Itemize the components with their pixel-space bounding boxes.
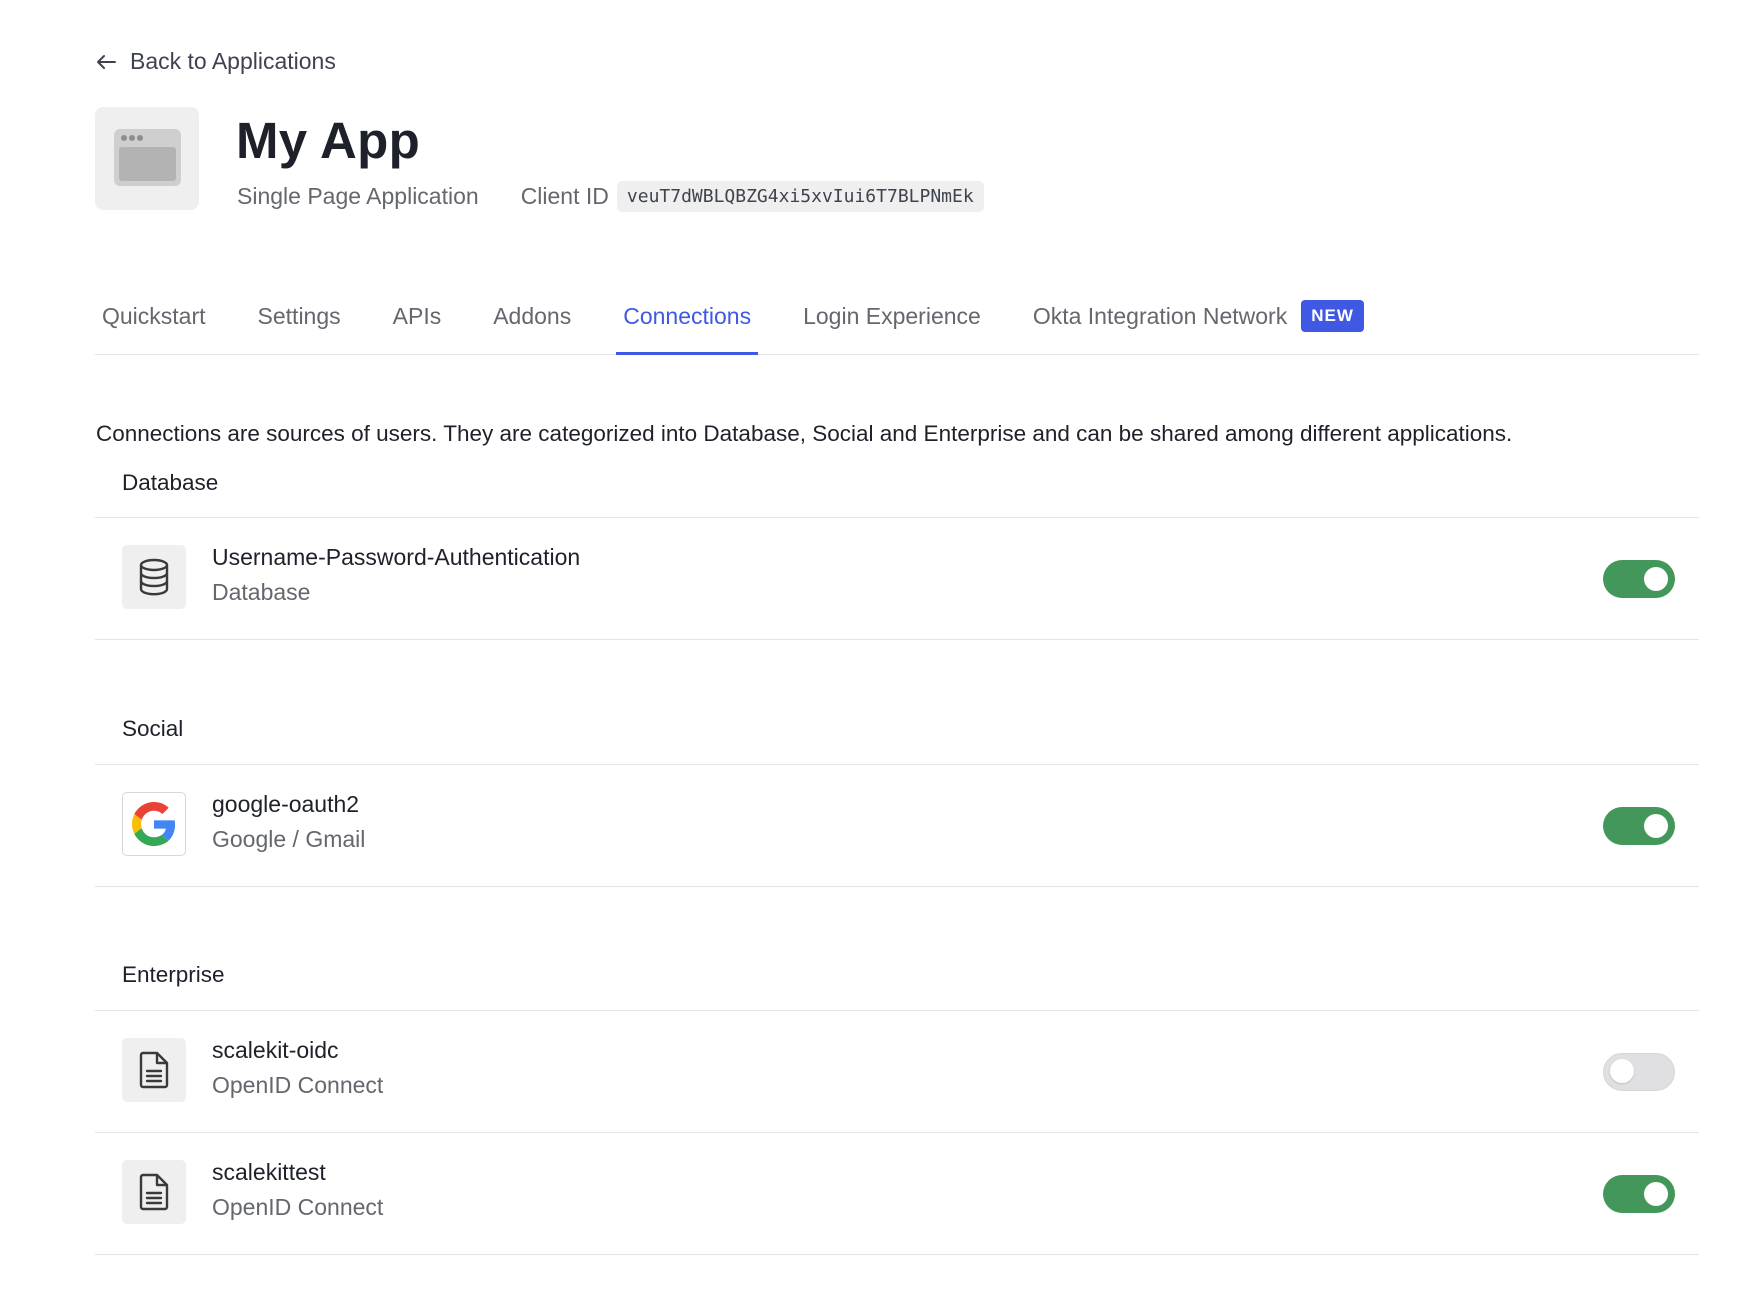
tab-label: APIs bbox=[392, 303, 442, 329]
connection-enabled-toggle[interactable] bbox=[1603, 560, 1675, 598]
tab-login-experience[interactable]: Login Experience bbox=[796, 292, 988, 354]
new-badge: NEW bbox=[1301, 300, 1364, 332]
connection-type: OpenID Connect bbox=[212, 1072, 384, 1098]
tab-label: Quickstart bbox=[102, 303, 206, 329]
tab-settings[interactable]: Settings bbox=[251, 292, 348, 354]
client-id-value[interactable]: veuT7dWBLQBZG4xi5xvIui6T7BLPNmEk bbox=[616, 180, 984, 212]
app-type: Single Page Application bbox=[237, 182, 479, 209]
connection-type: Google / Gmail bbox=[212, 826, 366, 852]
connection-enabled-toggle[interactable] bbox=[1603, 807, 1675, 845]
app-window-icon bbox=[95, 107, 199, 210]
tab-label: Login Experience bbox=[803, 303, 981, 329]
connection-type: Database bbox=[212, 579, 311, 605]
divider bbox=[95, 1254, 1699, 1255]
client-id-label: Client ID bbox=[520, 182, 609, 209]
section-title-social: Social bbox=[122, 716, 184, 741]
connection-row: scalekittest OpenID Connect bbox=[95, 1133, 1699, 1254]
tab-apis[interactable]: APIs bbox=[386, 292, 449, 354]
database-icon bbox=[122, 545, 186, 609]
app-meta: Single Page Application Client ID veuT7d… bbox=[237, 180, 984, 212]
page-title: My App bbox=[236, 112, 421, 169]
document-icon bbox=[122, 1160, 186, 1224]
section-title-database: Database bbox=[122, 470, 219, 495]
connection-type: OpenID Connect bbox=[212, 1194, 384, 1220]
back-to-applications-link[interactable]: Back to Applications bbox=[96, 48, 336, 75]
tab-label: Addons bbox=[493, 303, 572, 329]
connection-enabled-toggle[interactable] bbox=[1603, 1175, 1675, 1213]
application-page: Back to Applications My App Single Page … bbox=[0, 0, 1760, 1294]
connection-enabled-toggle[interactable] bbox=[1603, 1053, 1675, 1091]
connection-name[interactable]: scalekittest bbox=[212, 1159, 326, 1186]
divider bbox=[95, 886, 1699, 887]
toggle-knob bbox=[1644, 814, 1668, 838]
toggle-knob bbox=[1644, 567, 1668, 591]
tab-connections[interactable]: Connections bbox=[616, 292, 758, 355]
connections-intro: Connections are sources of users. They a… bbox=[96, 421, 1513, 446]
connection-name[interactable]: scalekit-oidc bbox=[212, 1037, 339, 1064]
tab-bar: Quickstart Settings APIs Addons Connecti… bbox=[95, 292, 1699, 355]
back-link-label: Back to Applications bbox=[130, 48, 336, 74]
tab-okta-integration-network[interactable]: Okta Integration Network NEW bbox=[1026, 292, 1371, 354]
tab-addons[interactable]: Addons bbox=[486, 292, 578, 354]
google-icon bbox=[122, 792, 186, 856]
tab-label: Connections bbox=[623, 303, 752, 329]
section-title-enterprise: Enterprise bbox=[122, 962, 225, 987]
connection-name[interactable]: Username-Password-Authentication bbox=[212, 544, 580, 571]
tab-label: Settings bbox=[257, 303, 341, 329]
arrow-left-icon bbox=[96, 54, 116, 70]
connection-row: google-oauth2 Google / Gmail bbox=[95, 765, 1699, 886]
tab-label: Okta Integration Network bbox=[1032, 303, 1288, 329]
toggle-knob bbox=[1644, 1182, 1668, 1206]
connection-row: scalekit-oidc OpenID Connect bbox=[95, 1011, 1699, 1132]
connection-name[interactable]: google-oauth2 bbox=[212, 791, 359, 818]
tab-quickstart[interactable]: Quickstart bbox=[95, 292, 213, 354]
connection-row: Username-Password-Authentication Databas… bbox=[95, 518, 1699, 639]
toggle-knob bbox=[1610, 1059, 1634, 1083]
divider bbox=[95, 639, 1699, 640]
document-icon bbox=[122, 1038, 186, 1102]
